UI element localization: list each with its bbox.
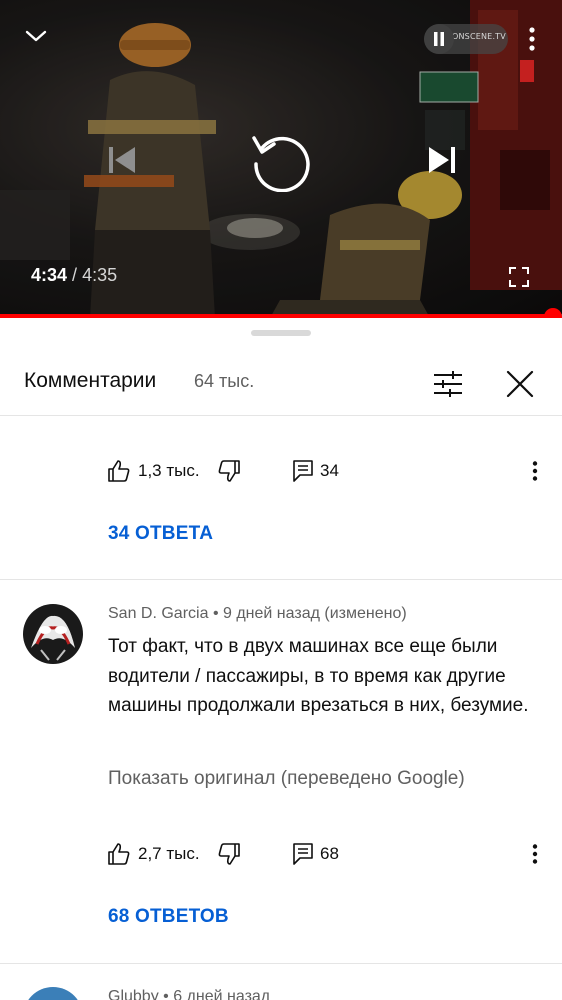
comments-header: Комментарии 64 тыс. [0, 356, 562, 412]
like-button[interactable] [106, 841, 132, 867]
comments-panel: Комментарии 64 тыс. 1,3 тыс. 34 34 ОТВЕТ… [0, 318, 562, 1000]
comment-actions: 2,7 тыс. 68 [0, 834, 562, 874]
header-divider [0, 415, 562, 416]
show-original-link[interactable]: Показать оригинал (переведено Google) [108, 768, 465, 790]
next-video-button[interactable] [416, 136, 468, 184]
tune-icon [434, 371, 462, 397]
replay-icon [252, 136, 310, 192]
comment-menu-button[interactable] [522, 457, 548, 485]
player-more-button[interactable] [516, 22, 548, 56]
previous-video-button[interactable] [96, 136, 148, 184]
pause-icon [434, 32, 444, 46]
like-count: 2,7 тыс. [138, 844, 200, 863]
meta-separator: • [212, 605, 219, 622]
autoplay-pause-badge: ONSCENE.TV [424, 24, 508, 54]
collapse-button[interactable] [18, 20, 54, 52]
comment-author[interactable]: San D. Garcia [108, 605, 208, 622]
comment-divider [0, 963, 562, 964]
close-comments-button[interactable] [500, 364, 540, 404]
reply-button[interactable] [290, 458, 316, 484]
thumb-up-icon [108, 460, 130, 482]
fullscreen-button[interactable] [504, 262, 534, 292]
comment-menu-button[interactable] [522, 840, 548, 868]
comment-time: 9 дней назад (изменено) [223, 605, 407, 622]
dislike-button[interactable] [216, 841, 242, 867]
comment-reply-icon [293, 843, 313, 865]
more-vert-icon [529, 27, 535, 51]
video-player[interactable]: ONSCENE.TV 4:34 / 4:35 [0, 0, 562, 318]
drag-handle[interactable] [251, 330, 311, 336]
sort-filter-button[interactable] [428, 364, 468, 404]
video-duration: 4:35 [82, 265, 118, 285]
replay-button[interactable] [244, 124, 316, 196]
view-replies-link[interactable]: 68 ОТВЕТОВ [108, 906, 229, 928]
meta-separator: • [163, 988, 169, 1000]
chevron-down-icon [25, 30, 47, 42]
comments-title: Комментарии [24, 369, 157, 392]
comment-author[interactable]: Glubby [108, 988, 159, 1000]
reply-count: 68 [320, 844, 339, 863]
thumb-down-icon [218, 460, 240, 482]
avatar[interactable] [23, 604, 83, 664]
comments-count: 64 тыс. [194, 371, 255, 391]
comment-meta: San D. Garcia • 9 дней назад (изменено) [108, 605, 407, 623]
comment-divider [0, 579, 562, 580]
pause-button[interactable] [424, 24, 454, 54]
fullscreen-icon [509, 267, 529, 287]
comment-meta: Glubby • 6 дней назад [108, 988, 270, 1000]
like-button[interactable] [106, 458, 132, 484]
skip-previous-icon [109, 147, 135, 173]
more-vert-icon [532, 844, 538, 864]
skip-next-icon [429, 147, 455, 173]
comment-reply-icon [293, 460, 313, 482]
reply-count: 34 [320, 461, 339, 480]
comment-text: Тот факт, что в двух машинах все еще был… [108, 636, 529, 716]
channel-watermark: ONSCENE.TV [452, 32, 506, 41]
current-time: 4:34 [31, 265, 68, 285]
playback-time: 4:34 / 4:35 [31, 265, 117, 286]
user-avatar-image [23, 987, 83, 1000]
thumb-down-icon [218, 843, 240, 865]
view-replies-link[interactable]: 34 ОТВЕТА [108, 523, 213, 545]
comment-time: 6 дней назад [173, 988, 271, 1000]
dislike-button[interactable] [216, 458, 242, 484]
time-separator: / [72, 265, 78, 285]
avatar[interactable] [23, 987, 83, 1000]
thumb-up-icon [108, 843, 130, 865]
user-avatar-image [23, 604, 83, 664]
comment-actions: 1,3 тыс. 34 [0, 451, 562, 491]
close-icon [506, 370, 534, 398]
more-vert-icon [532, 461, 538, 481]
like-count: 1,3 тыс. [138, 461, 200, 480]
reply-button[interactable] [290, 841, 316, 867]
